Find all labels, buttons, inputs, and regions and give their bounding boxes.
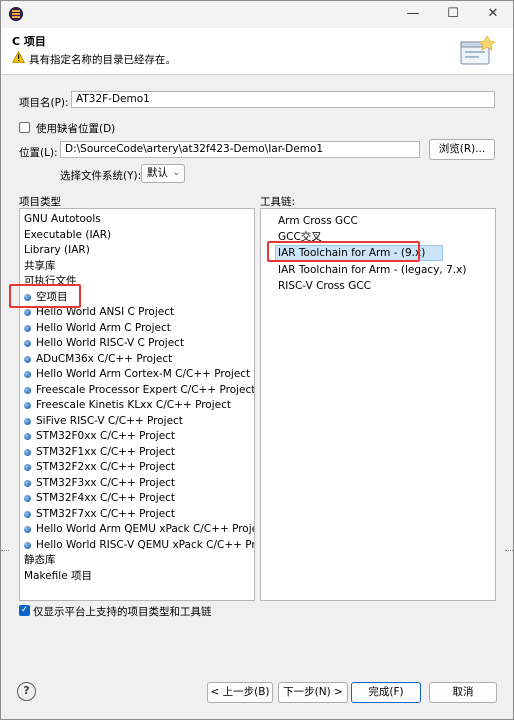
- right-edge-marker: [505, 550, 513, 552]
- highlight-box-empty-project: [9, 284, 81, 308]
- warning-icon: [12, 51, 25, 63]
- project-type-bullet-icon: [24, 448, 31, 456]
- close-button[interactable]: ✕: [473, 1, 513, 28]
- project-type-bullet-icon: [24, 340, 31, 347]
- wizard-header: C 项目 具有指定名称的目录已经存在。: [1, 28, 513, 75]
- filesystem-dropdown[interactable]: 默认 ⌄: [141, 164, 185, 183]
- project-type-label: 共享库: [24, 259, 56, 272]
- toolchain-item[interactable]: Arm Cross GCC: [278, 214, 358, 229]
- supported-only-label: 仅显示平台上支持的项目类型和工具链: [33, 606, 212, 618]
- project-type-label: STM32F4xx C/C++ Project: [36, 492, 176, 504]
- project-types-label: 项目类型: [19, 196, 61, 208]
- highlight-box-iar-toolchain: [267, 241, 420, 262]
- eclipse-icon: [9, 7, 23, 21]
- project-type-label: Freescale Processor Expert C/C++ Project: [36, 383, 255, 396]
- wizard-banner-icon: [460, 35, 496, 65]
- project-type-bullet-icon: [24, 417, 31, 425]
- project-type-bullet-icon: [24, 510, 31, 518]
- project-type-bullet-icon: [24, 371, 31, 378]
- project-name-field[interactable]: AT32F-Demo1: [71, 91, 495, 108]
- project-type-label: Hello World Arm QEMU xPack C/C++ Project: [36, 523, 255, 535]
- browse-button[interactable]: 浏览(R)...: [429, 139, 495, 160]
- project-type-bullet-icon: [24, 309, 31, 316]
- minimize-button[interactable]: —: [393, 1, 433, 28]
- project-type-bullet-icon: [24, 386, 31, 394]
- next-button[interactable]: 下一步(N) >: [278, 682, 348, 703]
- project-type-label: 静态库: [24, 554, 56, 566]
- project-type-label: Hello World RISC-V QEMU xPack C/C++ Proj…: [36, 538, 254, 551]
- project-type-label: ADuCM36x C/C++ Project: [36, 352, 173, 365]
- project-type-bullet-icon: [24, 324, 31, 332]
- project-type-bullet-icon: [24, 464, 31, 471]
- project-type-label: Hello World RISC-V C Project: [36, 337, 185, 349]
- help-icon[interactable]: ?: [17, 682, 36, 701]
- project-type-label: Library (IAR): [24, 244, 90, 256]
- project-type-label: Freescale Kinetis KLxx C/C++ Project: [36, 399, 231, 411]
- toolchain-item[interactable]: IAR Toolchain for Arm - (legacy, 7.x): [278, 263, 466, 278]
- finish-button[interactable]: 完成(F): [351, 682, 421, 703]
- use-default-location-checkbox[interactable]: [19, 122, 30, 133]
- project-type-label: SiFive RISC-V C/C++ Project: [36, 414, 183, 427]
- back-button[interactable]: < 上一步(B): [207, 682, 273, 703]
- chevron-down-icon: ⌄: [172, 168, 180, 178]
- filesystem-label: 选择文件系统(Y):: [60, 170, 142, 182]
- project-type-bullet-icon: [24, 402, 31, 409]
- project-type-label: STM32F7xx C/C++ Project: [36, 507, 176, 520]
- left-edge-marker: [1, 550, 9, 552]
- project-type-label: STM32F0xx C/C++ Project: [36, 430, 176, 442]
- location-field[interactable]: D:\SourceCode\artery\at32f423-Demo\Iar-D…: [60, 141, 420, 158]
- project-type-bullet-icon: [24, 479, 31, 487]
- project-type-label: STM32F2xx C/C++ Project: [36, 461, 176, 473]
- wizard-title: C 项目: [12, 35, 46, 48]
- filesystem-value: 默认: [147, 167, 168, 179]
- project-type-bullet-icon: [24, 495, 31, 502]
- project-type-label: STM32F3xx C/C++ Project: [36, 476, 176, 489]
- toolchains-label: 工具链:: [260, 196, 296, 208]
- project-type-label: STM32F1xx C/C++ Project: [36, 445, 176, 458]
- project-type-label: Executable (IAR): [24, 228, 112, 241]
- cancel-button[interactable]: 取消: [429, 682, 497, 703]
- project-type-bullet-icon: [24, 541, 31, 549]
- use-default-location-label: 使用缺省位置(D): [36, 123, 116, 135]
- project-type-label: Makefile 项目: [24, 569, 92, 582]
- location-label: 位置(L):: [19, 147, 58, 159]
- project-type-bullet-icon: [24, 526, 31, 533]
- title-bar: — ☐ ✕: [1, 1, 513, 28]
- project-type-bullet-icon: [24, 433, 31, 440]
- wizard-message: 具有指定名称的目录已经存在。: [29, 54, 176, 66]
- project-type-label: GNU Autotools: [24, 213, 101, 225]
- project-name-label: 项目名(P):: [19, 97, 69, 109]
- toolchains-list[interactable]: Arm Cross GCC GCC交叉 IAR Toolchain for Arm …: [260, 208, 496, 601]
- project-type-label: Hello World Arm Cortex-M C/C++ Project: [36, 368, 251, 380]
- new-c-project-dialog: — ☐ ✕ C 项目 具有指定名称的目录已经存在。 项目名(P): AT32F-…: [0, 0, 514, 720]
- project-type-label: Hello World Arm C Project: [36, 321, 171, 334]
- maximize-button[interactable]: ☐: [433, 1, 473, 28]
- project-types-list[interactable]: GNU Autotools Executable (IAR) Library (IA…: [19, 208, 255, 601]
- supported-only-checkbox[interactable]: ✓: [19, 605, 30, 616]
- toolchain-item[interactable]: RISC-V Cross GCC: [278, 279, 371, 294]
- project-type-bullet-icon: [24, 355, 31, 363]
